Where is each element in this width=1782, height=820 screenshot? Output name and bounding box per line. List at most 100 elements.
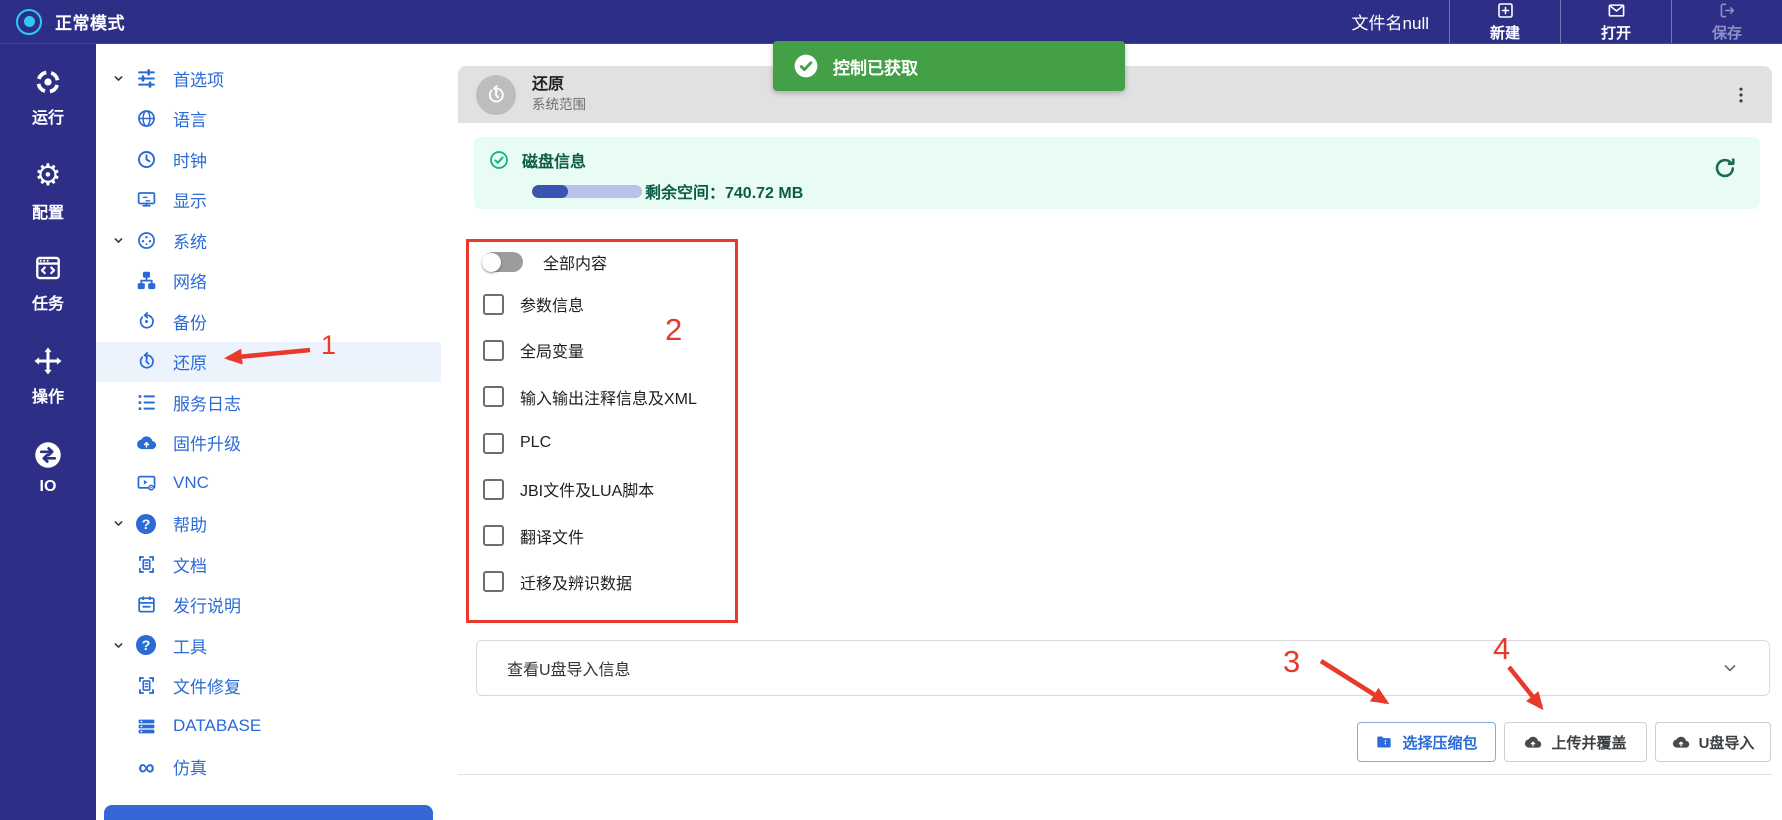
chevron-down-icon — [111, 516, 126, 531]
pick-archive-button[interactable]: 选择压缩包 — [1357, 722, 1496, 762]
nav-rail-item-operate[interactable]: 操作 — [32, 347, 64, 407]
option-row-plc: PLC — [483, 420, 738, 466]
nav-rail-item-config[interactable]: 配置 — [32, 161, 64, 221]
chevron-down-icon — [111, 71, 126, 86]
toast-notification: 控制已获取 — [773, 41, 1125, 91]
top-bar-actions: 文件名null 新建 打开 保存 — [1352, 0, 1782, 43]
option-row-jbi-lua: JBI文件及LUA脚本 — [483, 466, 738, 512]
chevron-down-icon — [1721, 659, 1739, 677]
sidebar-item-label: 备份 — [173, 309, 207, 334]
save-button-label: 保存 — [1712, 22, 1742, 43]
option-row-global-vars: 全局变量 — [483, 327, 738, 373]
sidebar-item-release-notes[interactable]: 发行说明 — [96, 585, 441, 626]
checkbox-label: PLC — [520, 434, 551, 452]
checkbox[interactable] — [483, 479, 504, 500]
kebab-menu-button[interactable] — [1728, 82, 1754, 108]
sidebar-item-file-repair[interactable]: 文件修复 — [96, 666, 441, 707]
save-export-icon — [1718, 1, 1737, 20]
top-bar: 正常模式 文件名null 新建 打开 保存 — [0, 0, 1782, 44]
pick-archive-label: 选择压缩包 — [1402, 732, 1477, 753]
sidebar-item-backup[interactable]: 备份 — [96, 301, 441, 342]
restore-panel: 还原 系统范围 磁盘信息 剩余空间：740.72 MB — [458, 66, 1772, 775]
sidebar-item-vnc[interactable]: VNC — [96, 463, 441, 504]
select-all-row: 全部内容 — [483, 243, 738, 281]
checkbox-label: 全局变量 — [520, 338, 584, 362]
upload-overwrite-button[interactable]: 上传并覆盖 — [1504, 722, 1647, 762]
checkbox[interactable] — [483, 571, 504, 592]
move-arrows-icon — [33, 347, 63, 375]
usb-import-info-label: 查看U盘导入信息 — [507, 656, 631, 680]
checkbox[interactable] — [483, 386, 504, 407]
upload-overwrite-label: 上传并覆盖 — [1551, 732, 1626, 753]
sidebar-item-label: 文件修复 — [173, 673, 241, 698]
nav-rail-label: 操作 — [32, 383, 64, 407]
globe-icon — [136, 108, 157, 129]
filename-label: 文件名null — [1352, 0, 1449, 43]
sidebar-item-label: 文档 — [173, 552, 207, 577]
sidebar-item-database[interactable]: DATABASE — [96, 706, 441, 747]
cloud-upload-icon — [1672, 733, 1690, 751]
sidebar-item-service-log[interactable]: 服务日志 — [96, 382, 441, 423]
backup-icon — [136, 311, 157, 332]
nav-rail-item-run[interactable]: 运行 — [32, 68, 64, 128]
checkbox[interactable] — [483, 294, 504, 315]
open-button[interactable]: 打开 — [1560, 0, 1671, 43]
sidebar-item-label: 发行说明 — [173, 592, 241, 617]
checkbox[interactable] — [483, 340, 504, 361]
mode-indicator: 正常模式 — [0, 9, 125, 35]
nav-rail: 运行 配置 任务 操作 IO — [0, 44, 96, 820]
sidebar-item-docs[interactable]: 文档 — [96, 544, 441, 585]
sidebar-item-label: 帮助 — [173, 511, 207, 536]
usb-import-button[interactable]: U盘导入 — [1655, 722, 1771, 762]
sidebar-item-label: 还原 — [173, 349, 207, 374]
sidebar-item-tools[interactable]: 工具 — [96, 625, 441, 666]
sidebar-item-clock[interactable]: 时钟 — [96, 139, 441, 180]
check-circle-icon — [793, 53, 819, 79]
sidebar-item-label: DATABASE — [173, 716, 261, 736]
usb-import-info-row[interactable]: 查看U盘导入信息 — [476, 640, 1770, 696]
sidebar-item-label: 网络 — [173, 268, 207, 293]
checkbox-label: 翻译文件 — [520, 524, 584, 548]
checkbox-label: 输入输出注释信息及XML — [520, 385, 697, 409]
sidebar-item-label: 服务日志 — [173, 390, 241, 415]
new-button[interactable]: 新建 — [1449, 0, 1560, 43]
checkbox-label: 参数信息 — [520, 292, 584, 316]
sidebar-item-network[interactable]: 网络 — [96, 261, 441, 302]
sidebar-item-restore[interactable]: 还原 — [96, 342, 441, 383]
sidebar-item-label: 工具 — [173, 633, 207, 658]
cloud-upload-icon — [1524, 733, 1542, 751]
page-title: 还原 — [532, 75, 586, 96]
sidebar-item-preferences[interactable]: 首选项 — [96, 58, 441, 99]
avatar — [476, 75, 516, 115]
sidebar-item-display[interactable]: 显示 — [96, 180, 441, 221]
check-circle-icon — [488, 149, 510, 171]
toast-label: 控制已获取 — [833, 54, 918, 79]
new-file-icon — [1496, 1, 1515, 20]
save-button[interactable]: 保存 — [1671, 0, 1782, 43]
sidebar-item-help[interactable]: 帮助 — [96, 504, 441, 545]
infinity-icon — [136, 757, 157, 777]
disk-usage-row: 剩余空间：740.72 MB — [488, 179, 1744, 203]
checkbox[interactable] — [483, 433, 504, 454]
sidebar-bottom-button[interactable] — [104, 805, 433, 820]
sidebar-item-system[interactable]: 系统 — [96, 220, 441, 261]
sliders-icon — [136, 68, 157, 89]
checkbox[interactable] — [483, 525, 504, 546]
restore-clock-icon — [485, 84, 507, 106]
sidebar-item-language[interactable]: 语言 — [96, 99, 441, 140]
sidebar-item-firmware-upgrade[interactable]: 固件升级 — [96, 423, 441, 464]
task-window-icon — [33, 254, 63, 282]
network-icon — [136, 270, 157, 291]
nav-rail-item-io[interactable]: IO — [33, 440, 63, 500]
sidebar-item-label: 显示 — [173, 187, 207, 212]
open-file-icon — [1607, 1, 1626, 20]
document-brackets-icon — [136, 554, 157, 575]
nav-rail-item-tasks[interactable]: 任务 — [32, 254, 64, 314]
disk-info-header: 磁盘信息 — [488, 148, 1744, 172]
sidebar-item-simulation[interactable]: 仿真 — [96, 747, 441, 788]
refresh-button[interactable] — [1712, 155, 1738, 181]
select-all-toggle[interactable] — [483, 252, 523, 272]
new-button-label: 新建 — [1490, 22, 1520, 43]
question-circle-icon — [136, 635, 156, 655]
document-brackets-icon — [136, 675, 157, 696]
